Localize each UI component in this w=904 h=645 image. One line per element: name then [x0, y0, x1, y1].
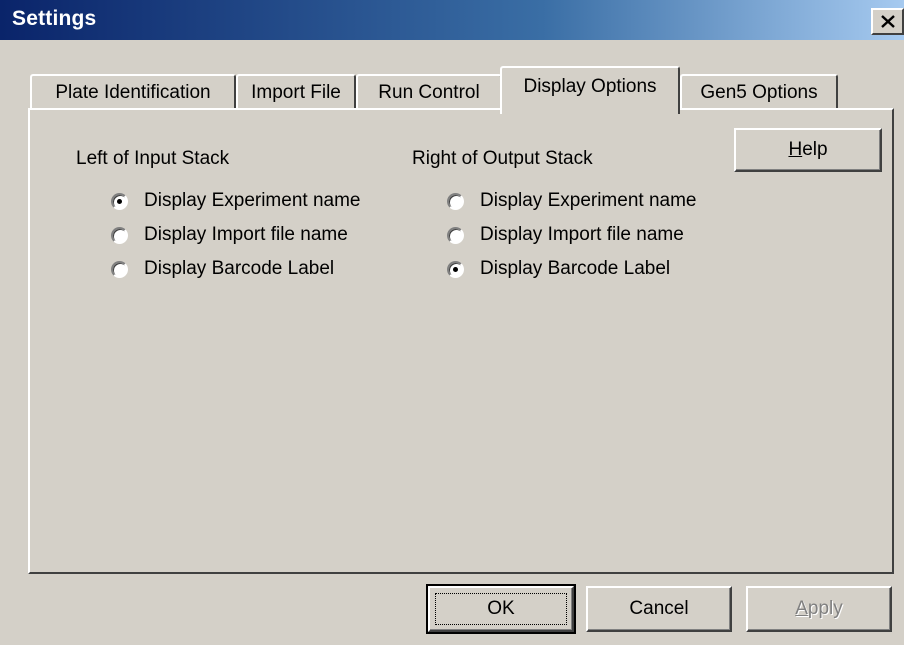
- display-options-panel: Help Left of Input Stack Display Experim…: [28, 108, 894, 574]
- help-button[interactable]: Help: [734, 128, 882, 172]
- apply-button[interactable]: Apply: [746, 586, 892, 632]
- left-radio-import-file-name[interactable]: Display Import file name: [111, 224, 348, 246]
- cancel-label: Cancel: [629, 598, 689, 619]
- radio-unselected-icon: [447, 192, 464, 210]
- apply-mnemonic: A: [795, 598, 808, 619]
- radio-label: Display Import file name: [480, 224, 684, 245]
- radio-selected-icon: [447, 260, 464, 278]
- left-radio-barcode-label[interactable]: Display Barcode Label: [111, 258, 334, 280]
- radio-label: Display Import file name: [144, 224, 348, 245]
- radio-unselected-icon: [111, 226, 128, 244]
- radio-label: Display Experiment name: [480, 190, 697, 211]
- tab-label: Gen5 Options: [700, 82, 818, 103]
- radio-unselected-icon: [447, 226, 464, 244]
- help-mnemonic: H: [788, 139, 803, 160]
- right-radio-experiment-name[interactable]: Display Experiment name: [447, 190, 696, 212]
- tab-plate-identification[interactable]: Plate Identification: [30, 74, 236, 110]
- help-button-label: Help: [788, 139, 827, 161]
- apply-button-label: Apply: [795, 598, 843, 620]
- ok-button[interactable]: OK: [426, 584, 576, 634]
- tab-run-control[interactable]: Run Control: [356, 74, 502, 110]
- tab-label: Import File: [251, 82, 341, 103]
- left-radio-experiment-name[interactable]: Display Experiment name: [111, 190, 360, 212]
- apply-label-rest: pply: [807, 598, 843, 619]
- cancel-button[interactable]: Cancel: [586, 586, 732, 632]
- radio-unselected-icon: [111, 260, 128, 278]
- settings-dialog: Settings Plate Identification Import Fil…: [0, 0, 904, 645]
- tab-import-file[interactable]: Import File: [236, 74, 356, 110]
- tab-label: Plate Identification: [55, 82, 211, 103]
- focus-rectangle: [435, 593, 567, 625]
- tab-display-options[interactable]: Display Options: [500, 66, 680, 114]
- right-radio-import-file-name[interactable]: Display Import file name: [447, 224, 684, 246]
- tab-label: Display Options: [523, 76, 657, 97]
- help-label-rest: elp: [802, 139, 828, 160]
- radio-label: Display Experiment name: [144, 190, 361, 211]
- left-group-label: Left of Input Stack: [76, 148, 230, 169]
- title-bar[interactable]: Settings: [0, 0, 904, 40]
- tab-gen5-options[interactable]: Gen5 Options: [680, 74, 838, 110]
- right-group-label: Right of Output Stack: [412, 148, 593, 169]
- window-title: Settings: [12, 7, 97, 30]
- right-radio-barcode-label[interactable]: Display Barcode Label: [447, 258, 670, 280]
- radio-label: Display Barcode Label: [144, 258, 335, 279]
- radio-selected-icon: [111, 192, 128, 210]
- close-button[interactable]: [871, 8, 904, 35]
- close-icon: [880, 15, 895, 28]
- tab-label: Run Control: [378, 82, 480, 103]
- radio-label: Display Barcode Label: [480, 258, 671, 279]
